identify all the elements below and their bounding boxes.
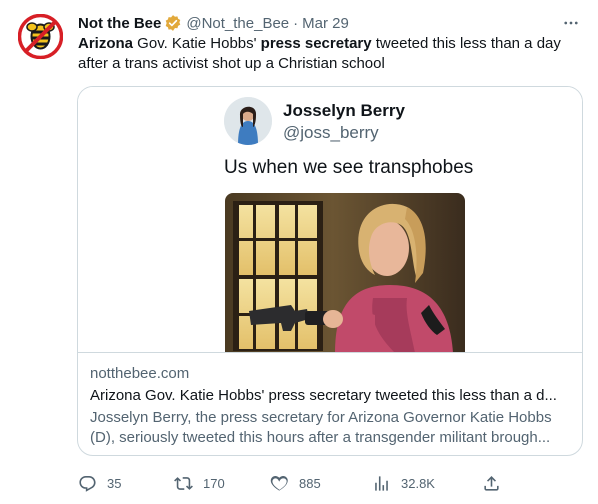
action-bar: 35 170 885 32.8K xyxy=(78,470,508,496)
analytics-icon xyxy=(375,475,388,491)
views-button[interactable]: 32.8K xyxy=(372,470,435,496)
embedded-photo xyxy=(225,193,465,352)
separator-dot: · xyxy=(293,14,299,32)
more-horizontal-icon[interactable] xyxy=(560,12,582,34)
retweet-button[interactable]: 170 xyxy=(174,470,225,496)
reply-icon xyxy=(79,475,96,492)
like-button[interactable]: 885 xyxy=(270,470,321,496)
embedded-avatar xyxy=(224,97,272,145)
share-button[interactable] xyxy=(482,470,511,496)
card-title: Arizona Gov. Katie Hobbs' press secretar… xyxy=(90,387,557,404)
tweet-text-segment-2: Gov. Katie Hobbs' xyxy=(133,35,261,52)
retweet-icon xyxy=(174,476,193,490)
author-name[interactable]: Not the Bee xyxy=(78,15,161,32)
like-count: 885 xyxy=(299,475,321,491)
tweet-text-bold-2: press secretary xyxy=(260,35,372,52)
share-icon xyxy=(484,475,499,491)
retweet-count: 170 xyxy=(203,475,225,491)
tweet-date[interactable]: Mar 29 xyxy=(302,15,349,32)
author-avatar[interactable] xyxy=(17,13,64,60)
card-info[interactable]: notthebee.com Arizona Gov. Katie Hobbs' … xyxy=(78,354,582,448)
tweet-text-bold-1: Arizona xyxy=(78,35,134,52)
card-description: Josselyn Berry, the press secretary for … xyxy=(90,409,552,446)
tweet-header: Not the Bee @Not_the_Bee · Mar 29 xyxy=(78,12,582,34)
card-domain: notthebee.com xyxy=(90,365,190,382)
views-count: 32.8K xyxy=(401,475,435,491)
tweet-text: Arizona Gov. Katie Hobbs' press secretar… xyxy=(78,34,583,74)
embedded-author-name: Josselyn Berry xyxy=(283,101,405,120)
author-handle[interactable]: @Not_the_Bee xyxy=(186,15,289,32)
embedded-author-handle: @joss_berry xyxy=(283,123,379,142)
heart-icon xyxy=(270,475,288,491)
link-card[interactable]: Josselyn Berry @joss_berry Us when we se… xyxy=(77,86,583,456)
card-image[interactable]: Josselyn Berry @joss_berry Us when we se… xyxy=(78,87,582,353)
reply-button[interactable]: 35 xyxy=(78,470,121,496)
embedded-tweet-text: Us when we see transphobes xyxy=(224,157,474,178)
tweet[interactable]: Not the Bee @Not_the_Bee · Mar 29 Arizon… xyxy=(0,0,598,504)
reply-count: 35 xyxy=(107,475,122,491)
verified-badge-icon xyxy=(164,14,182,32)
bee-logo-icon xyxy=(17,13,64,60)
